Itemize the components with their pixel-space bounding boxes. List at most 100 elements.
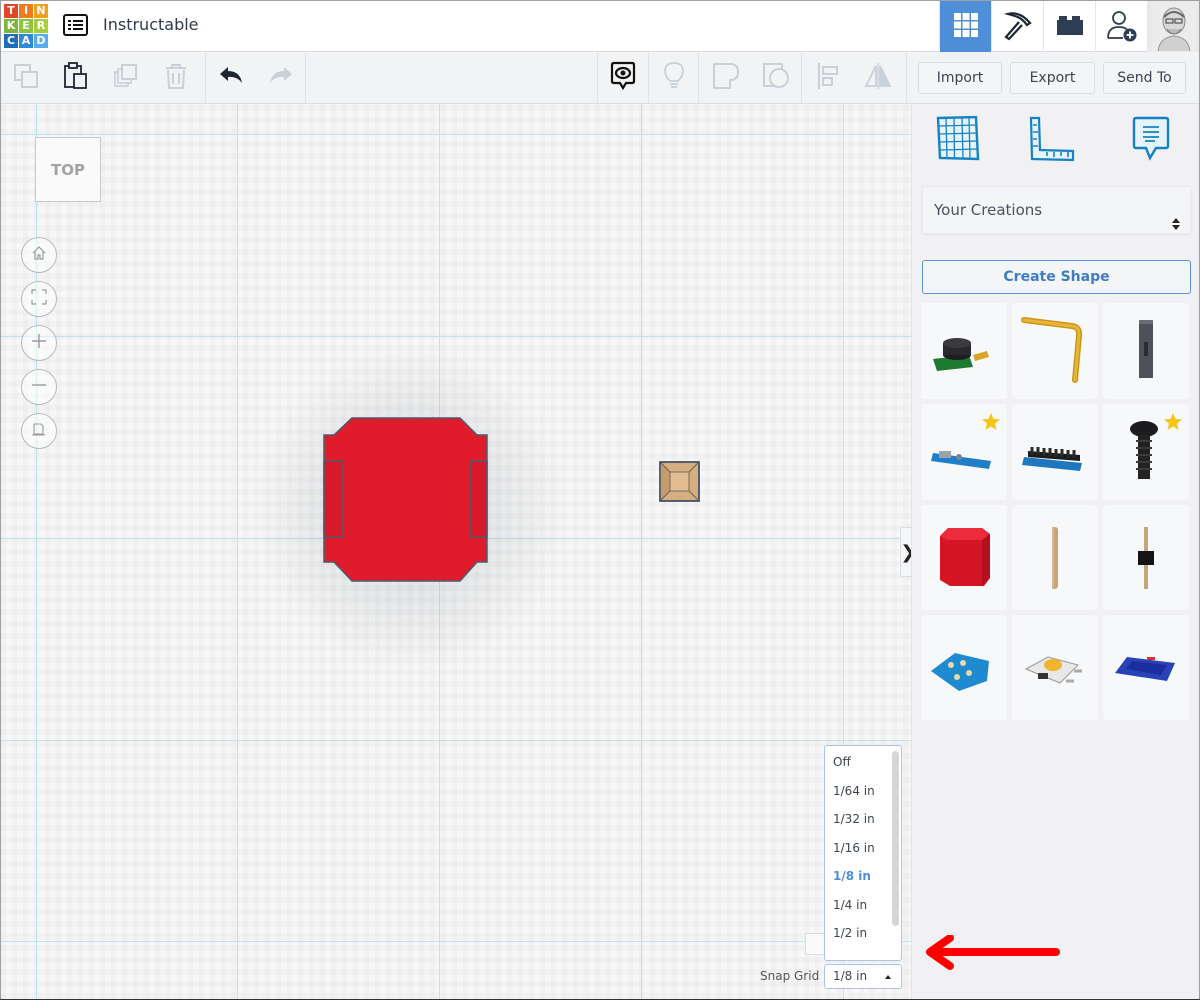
user-avatar[interactable] [1147, 1, 1199, 52]
fit-view-icon [31, 289, 47, 309]
snap-option[interactable]: 1/16 in [833, 841, 875, 855]
mirror-button[interactable] [853, 53, 903, 103]
redo-button[interactable] [256, 53, 306, 103]
ungroup-icon [762, 62, 790, 94]
shapes-grid [921, 303, 1193, 720]
view-cube[interactable]: TOP [35, 137, 101, 202]
shape-library-select[interactable]: Your Creations [922, 186, 1191, 234]
duplicate-button[interactable] [101, 53, 151, 103]
home-icon [31, 245, 47, 265]
orthographic-view-button[interactable] [21, 413, 57, 449]
snap-option[interactable]: 1/32 in [833, 812, 875, 826]
workplane-canvas[interactable]: TOP ❯ [1, 104, 911, 999]
shape-card-arduino-nano-board[interactable] [1012, 404, 1098, 500]
add-user-icon [1106, 8, 1138, 46]
grid-line [1, 336, 911, 337]
trash-icon [164, 62, 188, 94]
annotation-red-arrow [926, 935, 1060, 970]
shape-card-header-pin[interactable] [1103, 505, 1189, 610]
star-favorite-icon[interactable] [1163, 412, 1183, 436]
workplane-tab[interactable] [933, 115, 983, 166]
zoom-in-button[interactable] [21, 325, 57, 361]
bent-rod-thumbnail [1021, 317, 1083, 383]
align-button[interactable] [803, 53, 853, 103]
snap-option[interactable]: 1/4 in [833, 898, 867, 912]
red-box-shape[interactable] [323, 417, 489, 583]
group-button[interactable] [701, 53, 751, 103]
plus-icon [31, 333, 47, 353]
ruler-icon [1029, 116, 1075, 166]
align-icon [816, 62, 840, 94]
copy-icon [13, 63, 39, 93]
notes-icon [1132, 116, 1170, 166]
collapse-panel-toggle[interactable]: ❯ [900, 527, 911, 577]
snap-grid-options: Off 1/64 in 1/32 in 1/16 in 1/8 in 1/4 i… [824, 745, 902, 961]
shape-card-wood-dowel[interactable] [1012, 505, 1098, 610]
invite-user-button[interactable] [1095, 1, 1147, 52]
snap-option[interactable]: 1/64 in [833, 784, 875, 798]
notes-tab[interactable] [1126, 116, 1176, 166]
blocks-editor-button[interactable] [991, 1, 1043, 52]
led-matrix-thumbnail [931, 652, 989, 691]
3d-design-view-button[interactable] [939, 1, 991, 52]
tinkercad-window: T I N K E R C A D Instructable Import Ex… [0, 0, 1200, 1000]
light-bulb-button[interactable] [649, 53, 699, 103]
shape-card-tactile-switch[interactable] [1012, 615, 1098, 720]
home-view-button[interactable] [21, 237, 57, 273]
delete-button[interactable] [151, 53, 201, 103]
tactile-switch-thumbnail [1024, 655, 1082, 684]
logo-letter: N [34, 4, 48, 18]
snap-option-selected[interactable]: 1/8 in [833, 869, 871, 883]
shape-card-bent-rod[interactable] [1012, 303, 1098, 399]
zoom-out-button[interactable] [21, 369, 57, 405]
notes-visibility-icon [610, 61, 636, 95]
grid-icon [953, 12, 979, 42]
select-arrows-icon [1172, 203, 1180, 230]
screw-thumbnail [1130, 421, 1158, 479]
logo-letter: T [4, 4, 18, 18]
grid-line [1, 941, 911, 942]
edit-toolbar: Import Export Send To [1, 53, 1199, 104]
export-button[interactable]: Export [1010, 62, 1095, 94]
shape-card-led-matrix-board[interactable] [921, 615, 1007, 720]
logo-letter: A [19, 34, 33, 48]
paste-button[interactable] [51, 53, 101, 103]
snap-option[interactable]: 1/2 in [833, 926, 867, 940]
bricks-view-button[interactable] [1043, 1, 1095, 52]
fit-all-button[interactable] [21, 281, 57, 317]
snap-grid-select[interactable]: 1/8 in [824, 964, 902, 989]
logo-letter: R [34, 19, 48, 33]
copy-button[interactable] [1, 53, 51, 103]
shape-card-blue-board-sensor[interactable] [921, 404, 1007, 500]
shape-card-screw[interactable] [1103, 404, 1189, 500]
small-box-shape[interactable] [659, 461, 700, 502]
send-to-button[interactable]: Send To [1103, 62, 1186, 94]
ruler-tab[interactable] [1027, 116, 1077, 166]
create-shape-button[interactable]: Create Shape [922, 260, 1191, 294]
light-bulb-icon [663, 61, 685, 95]
grid-line [641, 104, 642, 999]
notes-visibility-button[interactable] [598, 53, 648, 103]
shape-card-buzzer-module[interactable] [921, 303, 1007, 399]
logo-letter: C [4, 34, 18, 48]
logo-letter: I [19, 4, 33, 18]
document-title[interactable]: Instructable [103, 15, 199, 34]
shape-card-jumper-connector[interactable] [1103, 303, 1189, 399]
pickaxe-icon [1002, 9, 1034, 45]
shape-card-red-box[interactable] [921, 505, 1007, 610]
import-button[interactable]: Import [918, 62, 1002, 94]
workplane-icon [936, 115, 980, 166]
tinkercad-logo[interactable]: T I N K E R C A D [4, 4, 48, 48]
grid-line [237, 104, 238, 999]
snap-option[interactable]: Off [833, 755, 851, 769]
paste-icon [63, 62, 89, 94]
list-menu-icon[interactable] [63, 14, 88, 36]
library-selected-value: Your Creations [934, 201, 1043, 219]
shapes-panel: Your Creations Create Shape [911, 104, 1199, 999]
minus-icon [31, 377, 47, 397]
undo-button[interactable] [206, 53, 256, 103]
shape-card-oled-display[interactable] [1103, 615, 1189, 720]
snap-options-scrollbar[interactable] [892, 751, 899, 926]
star-favorite-icon[interactable] [981, 412, 1001, 436]
ungroup-button[interactable] [751, 53, 801, 103]
